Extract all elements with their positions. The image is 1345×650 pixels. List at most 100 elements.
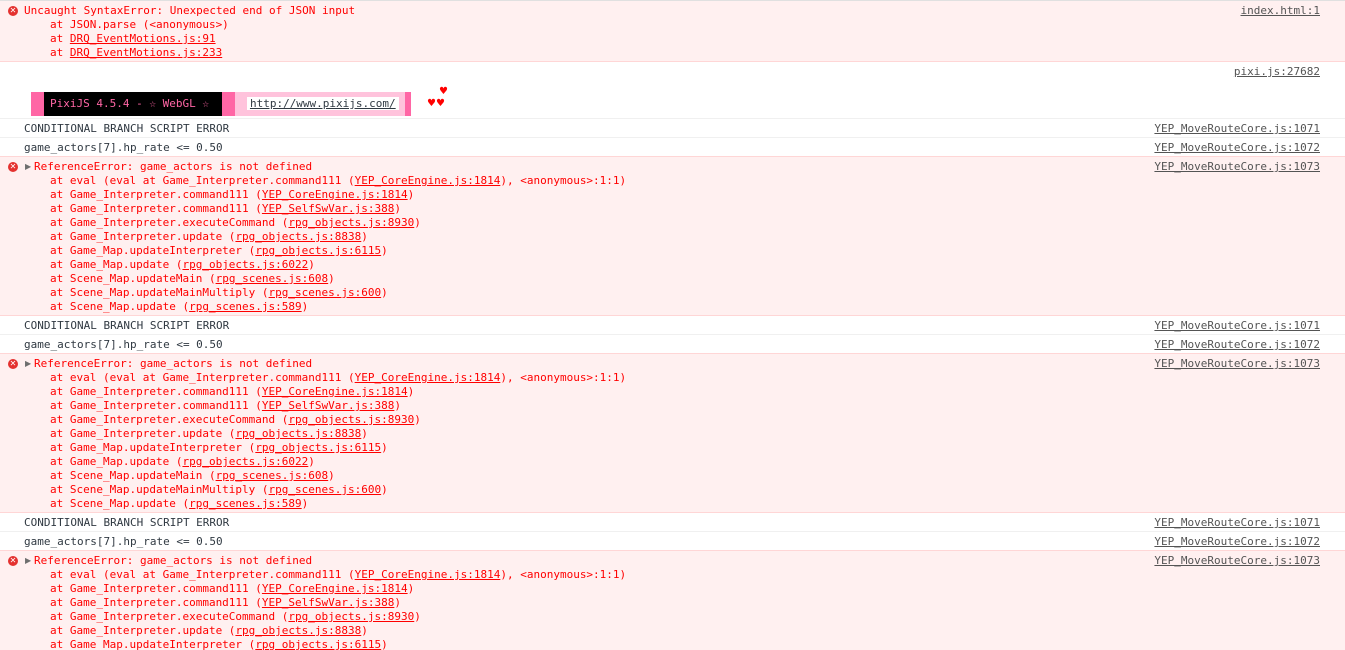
frame-source-link[interactable]: YEP_CoreEngine.js:1814 — [355, 371, 501, 384]
banner-stripe — [221, 92, 235, 116]
log-text: CONDITIONAL BRANCH SCRIPT ERROR — [24, 319, 230, 332]
frame-text: at Game_Interpreter.update ( — [50, 624, 236, 637]
source-link[interactable]: YEP_MoveRouteCore.js:1073 — [1154, 357, 1320, 371]
frame-source-link[interactable]: rpg_objects.js:8838 — [235, 427, 361, 440]
frame-text: ) — [381, 483, 388, 496]
frame-source-link[interactable]: rpg_objects.js:6115 — [255, 244, 381, 257]
error-text: ReferenceError: game_actors is not defin… — [34, 160, 313, 173]
stack-frame: at Game_Interpreter.command111 (YEP_Core… — [50, 385, 1345, 399]
log-condition: game_actors[7].hp_rate <= 0.50 YEP_MoveRo… — [0, 138, 1345, 157]
frame-source-link[interactable]: rpg_scenes.js:589 — [189, 497, 302, 510]
frame-source-link[interactable]: rpg_objects.js:6115 — [255, 441, 381, 454]
frame-text: ) — [394, 399, 401, 412]
stack-frame: at Game_Map.update (rpg_objects.js:6022) — [50, 455, 1345, 469]
source-link[interactable]: YEP_MoveRouteCore.js:1072 — [1154, 141, 1320, 155]
console-panel: ✕ Uncaught SyntaxError: Unexpected end o… — [0, 0, 1345, 650]
frame-source-link[interactable]: rpg_objects.js:8930 — [288, 413, 414, 426]
source-link[interactable]: pixi.js:27682 — [1234, 65, 1320, 79]
frame-text: at Game_Interpreter.executeCommand ( — [50, 610, 289, 623]
frame-source-link[interactable]: YEP_SelfSwVar.js:388 — [262, 202, 394, 215]
frame-text: at Game_Interpreter.update ( — [50, 230, 236, 243]
frame-source-link[interactable]: rpg_objects.js:8838 — [235, 230, 361, 243]
stack-frame: at Game_Interpreter.update (rpg_objects.… — [50, 230, 1345, 244]
frame-text: at Scene_Map.updateMainMultiply ( — [50, 483, 269, 496]
frame-text: ) — [414, 413, 421, 426]
stack-frame: at eval (eval at Game_Interpreter.comman… — [50, 174, 1345, 188]
log-text: game_actors[7].hp_rate <= 0.50 — [24, 535, 223, 548]
frame-text: ) — [381, 638, 388, 650]
log-condition: game_actors[7].hp_rate <= 0.50 YEP_MoveRo… — [0, 532, 1345, 551]
reference-error-message[interactable]: ✕ ▶ ReferenceError: game_actors is not def… — [0, 156, 1345, 316]
error-icon: ✕ — [8, 359, 18, 369]
source-link[interactable]: YEP_MoveRouteCore.js:1072 — [1154, 535, 1320, 549]
frame-text: at Scene_Map.updateMain ( — [50, 272, 216, 285]
frame-source-link[interactable]: YEP_CoreEngine.js:1814 — [262, 188, 408, 201]
frame-text: at Game_Map.updateInterpreter ( — [50, 441, 256, 454]
reference-error-message[interactable]: ✕ ▶ ReferenceError: game_actors is not def… — [0, 353, 1345, 513]
error-text: ReferenceError: game_actors is not defin… — [34, 554, 313, 567]
log-text: game_actors[7].hp_rate <= 0.50 — [24, 338, 223, 351]
frame-text: ) — [308, 455, 315, 468]
frame-source-link[interactable]: rpg_scenes.js:600 — [269, 286, 382, 299]
stack-trace: at eval (eval at Game_Interpreter.comman… — [34, 371, 1345, 511]
frame-source-link[interactable]: YEP_SelfSwVar.js:388 — [262, 596, 394, 609]
source-link[interactable]: YEP_MoveRouteCore.js:1073 — [1154, 160, 1320, 174]
frame-text: ), <anonymous>:1:1) — [500, 371, 627, 384]
frame-source-link[interactable]: rpg_objects.js:6022 — [182, 455, 308, 468]
pixi-link[interactable]: http://www.pixijs.com/ — [246, 97, 399, 110]
frame-source-link[interactable]: rpg_objects.js:6115 — [255, 638, 381, 650]
frame-text: at Game_Map.update ( — [50, 455, 183, 468]
frame-source-link[interactable]: DRQ_EventMotions.js:233 — [70, 46, 222, 59]
frame-source-link[interactable]: rpg_scenes.js:608 — [216, 272, 329, 285]
stack-trace: at eval (eval at Game_Interpreter.comman… — [34, 174, 1345, 314]
source-link[interactable]: YEP_MoveRouteCore.js:1071 — [1154, 516, 1320, 530]
frame-source-link[interactable]: DRQ_EventMotions.js:91 — [70, 32, 216, 45]
frame-source-link[interactable]: rpg_scenes.js:600 — [269, 483, 382, 496]
frame-source-link[interactable]: YEP_CoreEngine.js:1814 — [355, 568, 501, 581]
message-list: CONDITIONAL BRANCH SCRIPT ERROR YEP_MoveR… — [0, 119, 1345, 650]
frame-text: at eval (eval at Game_Interpreter.comman… — [50, 174, 355, 187]
source-link[interactable]: YEP_MoveRouteCore.js:1073 — [1154, 554, 1320, 568]
error-text: ReferenceError: game_actors is not defin… — [34, 357, 313, 370]
frame-source-link[interactable]: YEP_CoreEngine.js:1814 — [262, 582, 408, 595]
frame-source-link[interactable]: rpg_scenes.js:608 — [216, 469, 329, 482]
frame-text: ) — [407, 188, 415, 201]
source-link[interactable]: YEP_MoveRouteCore.js:1072 — [1154, 338, 1320, 352]
banner-stripe — [404, 92, 411, 116]
frame-source-link[interactable]: rpg_scenes.js:589 — [189, 300, 302, 313]
frame-text: at Scene_Map.update ( — [50, 497, 190, 510]
stack-frame: at eval (eval at Game_Interpreter.comman… — [50, 371, 1345, 385]
stack-frame: at Game_Interpreter.update (rpg_objects.… — [50, 624, 1345, 638]
frame-text: ) — [414, 610, 421, 623]
expand-triangle-icon[interactable]: ▶ — [25, 160, 31, 174]
source-link[interactable]: YEP_MoveRouteCore.js:1071 — [1154, 319, 1320, 333]
source-link[interactable]: YEP_MoveRouteCore.js:1071 — [1154, 122, 1320, 136]
frame-text: at Scene_Map.update ( — [50, 300, 190, 313]
frame-text: ) — [407, 385, 415, 398]
frame-source-link[interactable]: rpg_objects.js:8930 — [288, 610, 414, 623]
stack-frame: at Game_Interpreter.command111 (YEP_Core… — [50, 582, 1345, 596]
banner-label: PixiJS 4.5.4 - ☆ WebGL ☆ — [44, 92, 222, 116]
stack-frame: at Game_Interpreter.update (rpg_objects.… — [50, 427, 1345, 441]
frame-source-link[interactable]: YEP_CoreEngine.js:1814 — [355, 174, 501, 187]
frame-source-link[interactable]: rpg_objects.js:8930 — [288, 216, 414, 229]
frame-text: ) — [308, 258, 315, 271]
frame-text: ) — [301, 300, 309, 313]
frame-text: ) — [328, 469, 335, 482]
frame-source-link[interactable]: YEP_CoreEngine.js:1814 — [262, 385, 408, 398]
frame-text: at Game_Map.updateInterpreter ( — [50, 638, 256, 650]
frame-source-link[interactable]: rpg_objects.js:6022 — [182, 258, 308, 271]
frame-source-link[interactable]: YEP_SelfSwVar.js:388 — [262, 399, 394, 412]
stack-frame: at eval (eval at Game_Interpreter.comman… — [50, 568, 1345, 582]
expand-triangle-icon[interactable]: ▶ — [25, 554, 31, 568]
stack-trace: at eval (eval at Game_Interpreter.comman… — [34, 568, 1345, 650]
log-branch-error: CONDITIONAL BRANCH SCRIPT ERROR YEP_MoveR… — [0, 513, 1345, 532]
stack-frame: at Game_Interpreter.command111 (YEP_Self… — [50, 202, 1345, 216]
stack-frame: at JSON.parse (<anonymous>) — [50, 18, 1345, 32]
frame-source-link[interactable]: rpg_objects.js:8838 — [235, 624, 361, 637]
stack-frame: at Game_Map.update (rpg_objects.js:6022) — [50, 258, 1345, 272]
expand-triangle-icon[interactable]: ▶ — [25, 357, 31, 371]
reference-error-message[interactable]: ✕ ▶ ReferenceError: game_actors is not def… — [0, 550, 1345, 650]
frame-text: at Game_Interpreter.update ( — [50, 427, 236, 440]
source-link[interactable]: index.html:1 — [1241, 4, 1320, 18]
